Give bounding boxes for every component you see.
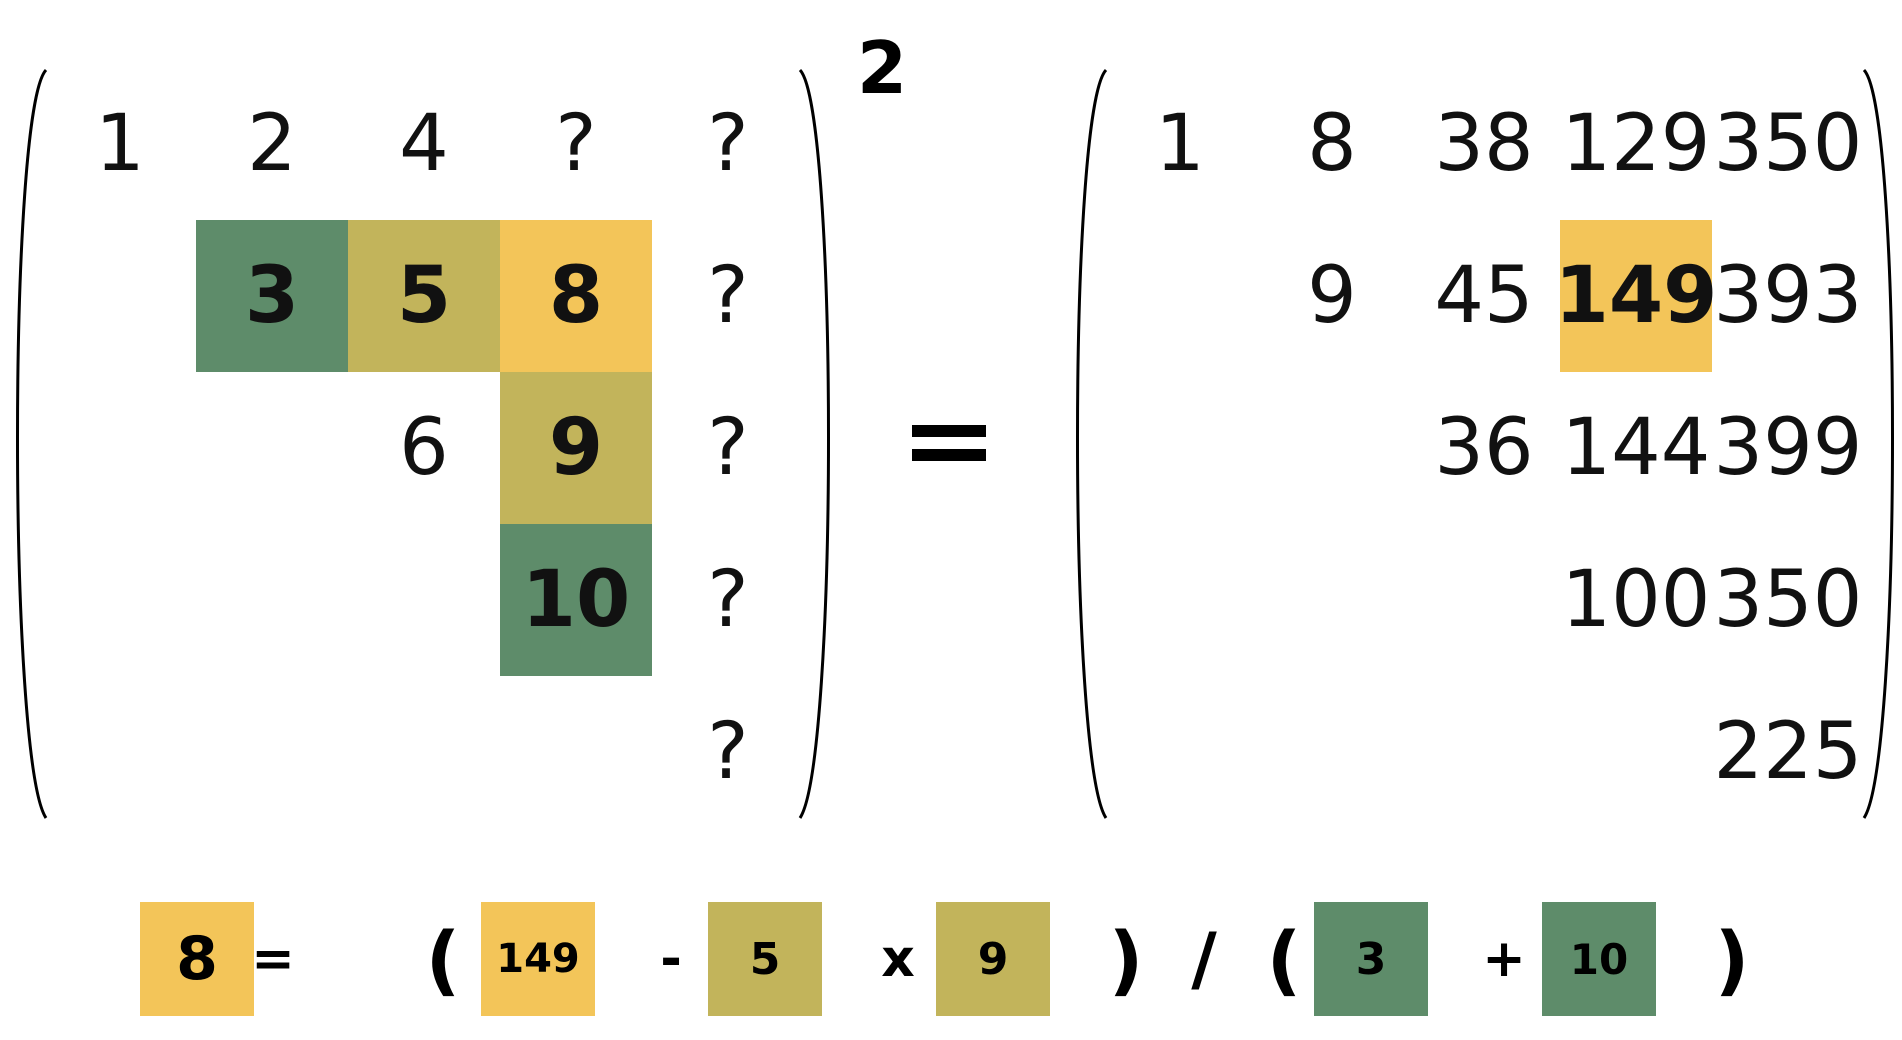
left-matrix-cell-r3-c3: 6 <box>399 403 449 493</box>
right-matrix-cell-r3-c5: 399 <box>1713 403 1863 493</box>
left-matrix-cell-r3-c4: 9 <box>500 372 652 524</box>
left-matrix-cell-r1-c5: ? <box>707 99 749 189</box>
right-matrix-cell-r1-c3: 38 <box>1434 99 1534 189</box>
right-matrix-cell-r2-c5: 393 <box>1713 251 1863 341</box>
left-matrix-cell-r2-c2: 3 <box>196 220 348 372</box>
matrix-equals-sign <box>908 405 998 475</box>
right-matrix-cell-r1-c4: 129 <box>1561 99 1711 189</box>
equals-bar-top <box>912 425 986 437</box>
right-matrix-cell-r5-c5: 225 <box>1713 707 1863 797</box>
equation-tile-149: 149 <box>481 902 595 1016</box>
equation-op-open-paren: ( <box>1266 914 1302 1004</box>
right-matrix-cell-r1-c2: 8 <box>1307 99 1357 189</box>
left-matrix-cell-r5-c5: ? <box>707 707 749 797</box>
matrix-square-diagram: 2 1 2 4?? 3 5 8? 6 9? 10?? 1 8 38 129 350 9 45 149 393 36… <box>0 0 1902 1040</box>
right-matrix-cell-r1-c1: 1 <box>1155 99 1205 189</box>
right-matrix-cell-r3-c4: 144 <box>1561 403 1711 493</box>
left-matrix-close-paren <box>798 68 830 819</box>
left-matrix-cell-r4-c5: ? <box>707 555 749 645</box>
equation-op-plus: + <box>1482 929 1526 989</box>
equation-tile-3: 3 <box>1314 902 1428 1016</box>
equation-op-times: x <box>881 929 915 989</box>
left-matrix-cell-r3-c5: ? <box>707 403 749 493</box>
right-matrix-cell-r1-c5: 350 <box>1713 99 1863 189</box>
equation-tile-10: 10 <box>1542 902 1656 1016</box>
right-matrix-cell-r4-c5: 350 <box>1713 555 1863 645</box>
left-matrix-cell-r1-c2: 2 <box>247 99 297 189</box>
equation-op-close-paren: ) <box>1108 914 1144 1004</box>
matrix-exponent: 2 <box>856 26 908 110</box>
left-matrix-cell-r4-c4: 10 <box>500 524 652 676</box>
right-matrix-cell-r2-c2: 9 <box>1307 251 1357 341</box>
right-matrix-close-paren <box>1862 68 1894 819</box>
equation-op-open-paren: ( <box>425 914 461 1004</box>
left-matrix-open-paren <box>16 68 48 819</box>
right-matrix-cell-r3-c3: 36 <box>1434 403 1534 493</box>
left-matrix-cell-r1-c3: 4 <box>399 99 449 189</box>
left-matrix-cell-r1-c4: ? <box>555 99 597 189</box>
left-matrix-cell-r2-c5: ? <box>707 251 749 341</box>
right-matrix-cell-r4-c4: 100 <box>1561 555 1711 645</box>
right-matrix-cell-r2-c3: 45 <box>1434 251 1534 341</box>
right-matrix-open-paren <box>1076 68 1108 819</box>
left-matrix-cell-r2-c3: 5 <box>348 220 500 372</box>
equation-op-close-paren: ) <box>1714 914 1750 1004</box>
equation-op-equals: = <box>251 929 295 989</box>
equals-bar-bottom <box>912 449 986 461</box>
equation-tile-9: 9 <box>936 902 1050 1016</box>
right-matrix-cell-r2-c4: 149 <box>1555 220 1717 372</box>
left-matrix-cell-r1-c1: 1 <box>95 99 145 189</box>
equation-op-minus: - <box>660 929 682 989</box>
left-matrix-cell-r2-c4: 8 <box>500 220 652 372</box>
equation-tile-5: 5 <box>708 902 822 1016</box>
equation-op-divide: / <box>1191 918 1217 1000</box>
